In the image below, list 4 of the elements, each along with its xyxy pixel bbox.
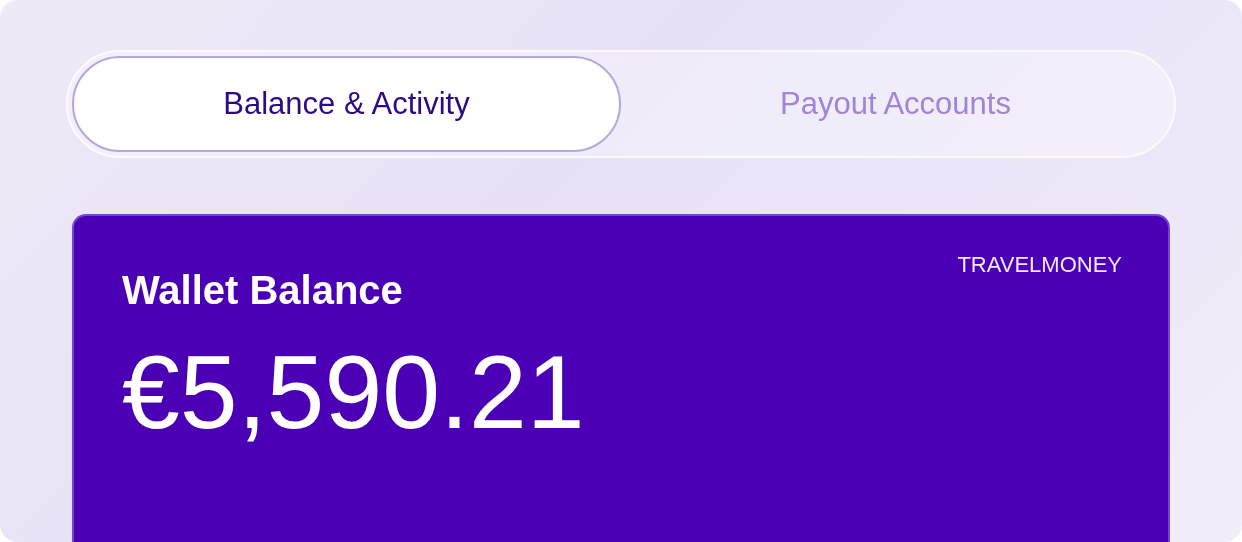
card-title: Wallet Balance <box>122 268 403 313</box>
logo-text: TRAVELMONEY <box>957 252 1122 278</box>
tab[interactable]: Balance & Activity <box>72 56 621 152</box>
balance-amount: €5,590.21 <box>122 335 586 450</box>
